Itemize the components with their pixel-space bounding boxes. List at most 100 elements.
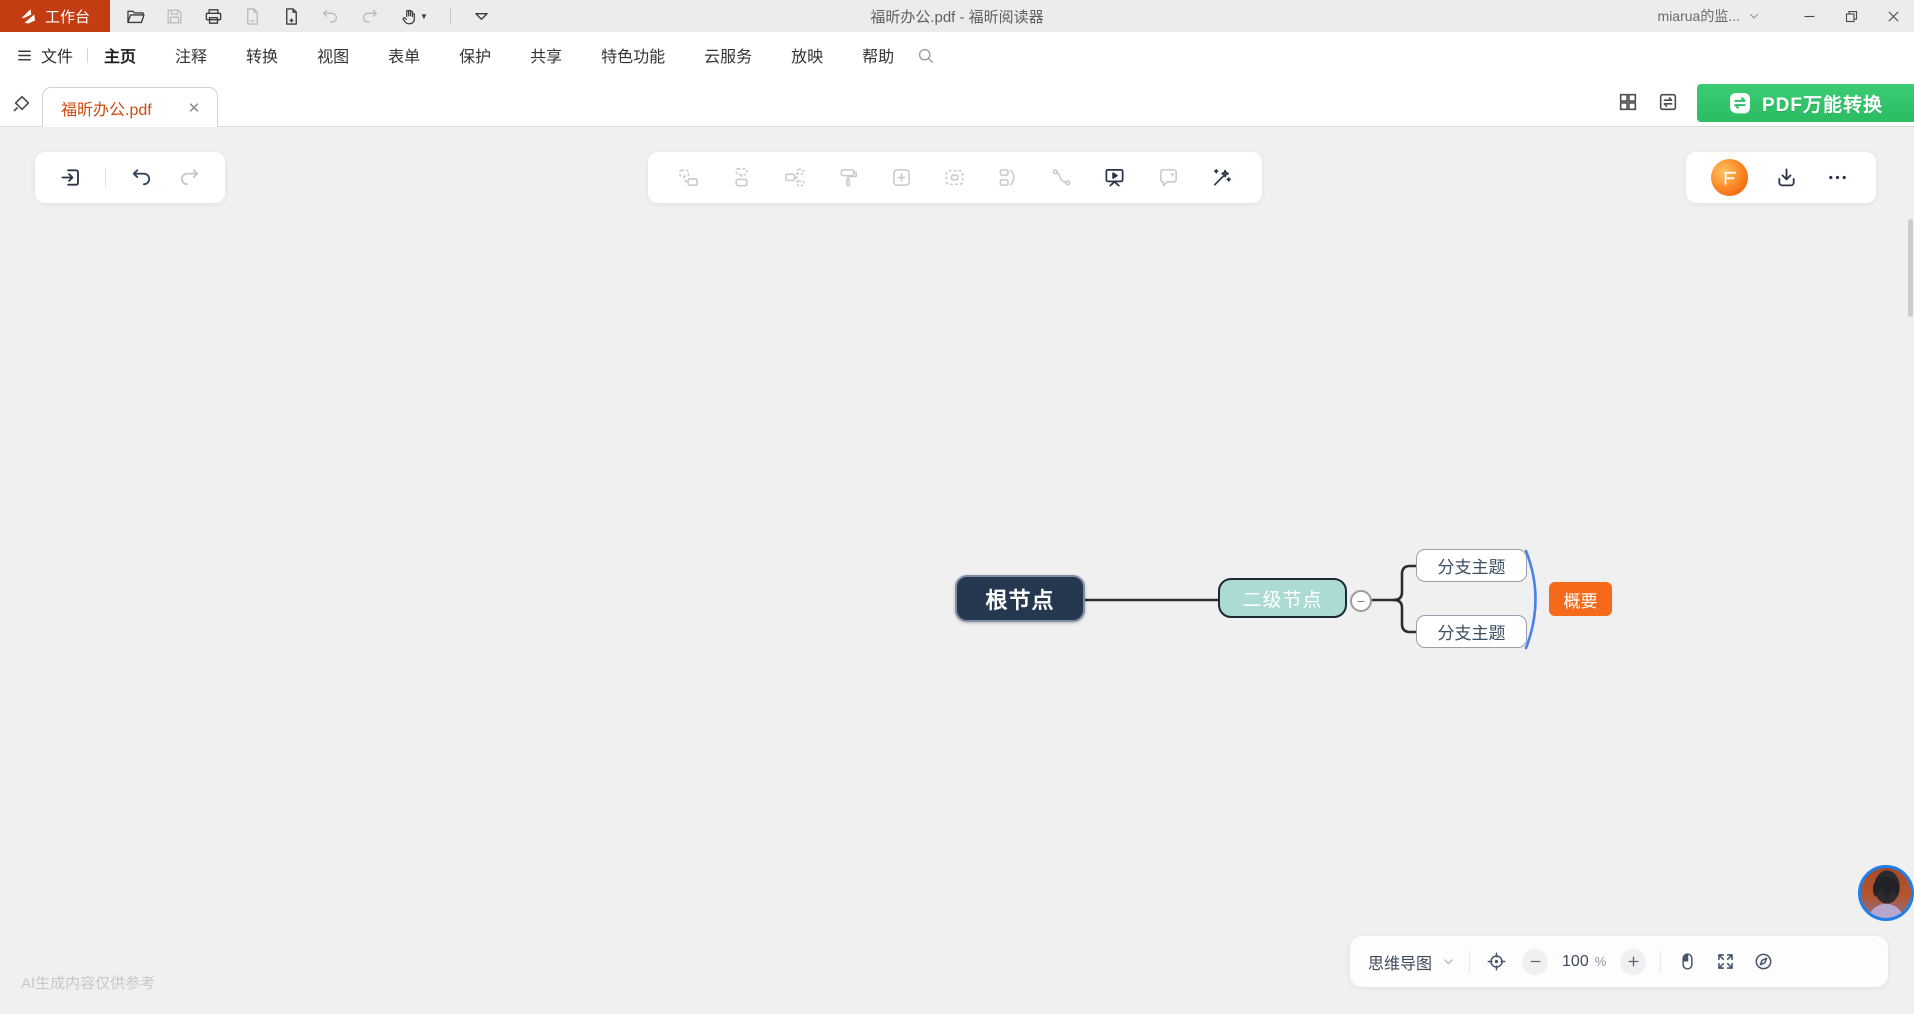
menu-item-protect[interactable]: 保护 [459, 43, 491, 67]
assistant-avatar[interactable] [1858, 865, 1914, 921]
menu-item-features[interactable]: 特色功能 [601, 43, 665, 67]
collapse-ribbon-icon[interactable] [470, 5, 492, 27]
insert-child-node-icon [782, 165, 808, 191]
fullscreen-icon[interactable] [1713, 950, 1737, 974]
chevron-down-icon [1748, 10, 1760, 22]
open-folder-icon[interactable] [124, 5, 146, 27]
branch-top-label: 分支主题 [1438, 553, 1506, 578]
toolbar-divider [450, 8, 451, 24]
ai-comment-icon [1155, 165, 1181, 191]
close-button[interactable] [1872, 0, 1914, 32]
presentation-icon[interactable] [1102, 165, 1128, 191]
user-account-menu[interactable]: miarua的监... [1658, 6, 1760, 26]
collapse-branch-button[interactable]: − [1350, 590, 1372, 612]
menu-file-label: 文件 [41, 43, 73, 67]
mindmap-canvas[interactable]: 根节点 二级节点 − 分支主题 分支主题 概要 思维导图 100 % AI生成内… [0, 127, 1914, 1014]
user-name: miarua的监... [1658, 6, 1740, 26]
menu-file[interactable]: 文件 [16, 43, 73, 67]
mindmap-branch-node-bottom[interactable]: 分支主题 [1416, 615, 1527, 648]
tab-close-icon[interactable]: ✕ [185, 99, 203, 117]
controls-divider [1660, 951, 1661, 973]
view-controls: 思维导图 100 % [1350, 936, 1888, 987]
mindmap-logo-icon[interactable] [1711, 159, 1748, 196]
menu-item-view[interactable]: 视图 [317, 43, 349, 67]
insert-parent-node-icon [729, 165, 755, 191]
pdf-convert-label: PDF万能转换 [1762, 90, 1883, 117]
tabbar: 福昕办公.pdf ✕ PDF万能转换 [0, 78, 1914, 127]
mindmap-connectors [0, 127, 1914, 1014]
exit-mindmap-icon[interactable] [57, 165, 83, 191]
summary-node-label: 概要 [1564, 587, 1598, 612]
hamburger-icon [16, 47, 33, 64]
ai-beautify-icon[interactable] [1209, 165, 1235, 191]
hand-tool-caret-icon: ▼ [420, 12, 428, 21]
menu-item-present[interactable]: 放映 [791, 43, 823, 67]
delete-page-icon [241, 5, 263, 27]
foxit-reader-window: 工作台 ▼ 福昕办公.pdf - 福昕阅读器 miarua的监... [0, 0, 1914, 1014]
mindmap-branch-node-top[interactable]: 分支主题 [1416, 549, 1527, 582]
convert-swap-icon [1728, 91, 1753, 116]
workspace-button[interactable]: 工作台 [0, 0, 110, 32]
insert-sibling-node-icon [675, 165, 701, 191]
mindmap-undo-icon[interactable] [129, 165, 155, 191]
diagram-mode-select[interactable]: 思维导图 [1368, 950, 1455, 974]
zoom-value: 100 [1562, 953, 1589, 971]
vertical-scrollbar[interactable] [1908, 219, 1913, 317]
redo-icon [358, 5, 380, 27]
print-icon[interactable] [202, 5, 224, 27]
menu-divider [87, 48, 88, 63]
document-tab[interactable]: 福昕办公.pdf ✕ [42, 87, 218, 127]
search-icon[interactable] [916, 46, 935, 65]
tab-label: 福昕办公.pdf [61, 96, 185, 120]
summary-icon [995, 165, 1021, 191]
zoom-percent-sign: % [1595, 954, 1607, 969]
mindmap-root-node[interactable]: 根节点 [955, 575, 1085, 622]
format-painter-icon [835, 165, 861, 191]
grid-view-icon[interactable] [1617, 91, 1641, 115]
mouse-mode-icon[interactable] [1675, 950, 1699, 974]
annotate-pen-icon[interactable] [10, 91, 34, 115]
chevron-down-icon [1442, 955, 1455, 968]
zoom-out-button[interactable] [1522, 949, 1548, 975]
download-icon[interactable] [1774, 165, 1800, 191]
history-panel [35, 152, 225, 203]
menu-item-cloud[interactable]: 云服务 [704, 43, 752, 67]
minimize-button[interactable] [1788, 0, 1830, 32]
foxit-logo-icon [20, 7, 38, 25]
focus-node-icon [942, 165, 968, 191]
more-options-icon[interactable] [1825, 165, 1851, 191]
workspace-label: 工作台 [45, 6, 90, 27]
menu-item-home[interactable]: 主页 [104, 43, 136, 67]
menubar: 文件 主页 注释 转换 视图 表单 保护 共享 特色功能 云服务 放映 帮助 [0, 32, 1914, 78]
pdf-convert-button[interactable]: PDF万能转换 [1697, 84, 1914, 122]
insert-page-icon[interactable] [280, 5, 302, 27]
relationship-icon [1049, 165, 1075, 191]
branch-bottom-label: 分支主题 [1438, 619, 1506, 644]
titlebar: 工作台 ▼ 福昕办公.pdf - 福昕阅读器 miarua的监... [0, 0, 1914, 32]
menu-item-convert[interactable]: 转换 [246, 43, 278, 67]
panel-divider [105, 168, 106, 188]
compass-icon[interactable] [1751, 950, 1775, 974]
undo-icon [319, 5, 341, 27]
ai-disclaimer: AI生成内容仅供参考 [21, 972, 155, 993]
diagram-mode-label: 思维导图 [1368, 950, 1432, 974]
mindmap-redo-icon [177, 165, 203, 191]
menu-item-share[interactable]: 共享 [530, 43, 562, 67]
second-node-label: 二级节点 [1242, 585, 1322, 612]
mindmap-toolbar [648, 152, 1262, 203]
export-panel [1686, 152, 1876, 203]
swap-document-icon[interactable] [1657, 91, 1681, 115]
menu-item-help[interactable]: 帮助 [862, 43, 894, 67]
locate-center-icon[interactable] [1484, 950, 1508, 974]
insert-topic-icon [889, 165, 915, 191]
restore-button[interactable] [1830, 0, 1872, 32]
menu-item-comment[interactable]: 注释 [175, 43, 207, 67]
menu-item-form[interactable]: 表单 [388, 43, 420, 67]
mindmap-summary-node[interactable]: 概要 [1549, 582, 1612, 616]
zoom-in-button[interactable] [1620, 949, 1646, 975]
mindmap-second-node[interactable]: 二级节点 [1218, 578, 1347, 618]
save-icon [163, 5, 185, 27]
hand-tool-icon[interactable]: ▼ [397, 5, 431, 27]
controls-divider [1469, 951, 1470, 973]
root-node-label: 根节点 [985, 583, 1054, 615]
